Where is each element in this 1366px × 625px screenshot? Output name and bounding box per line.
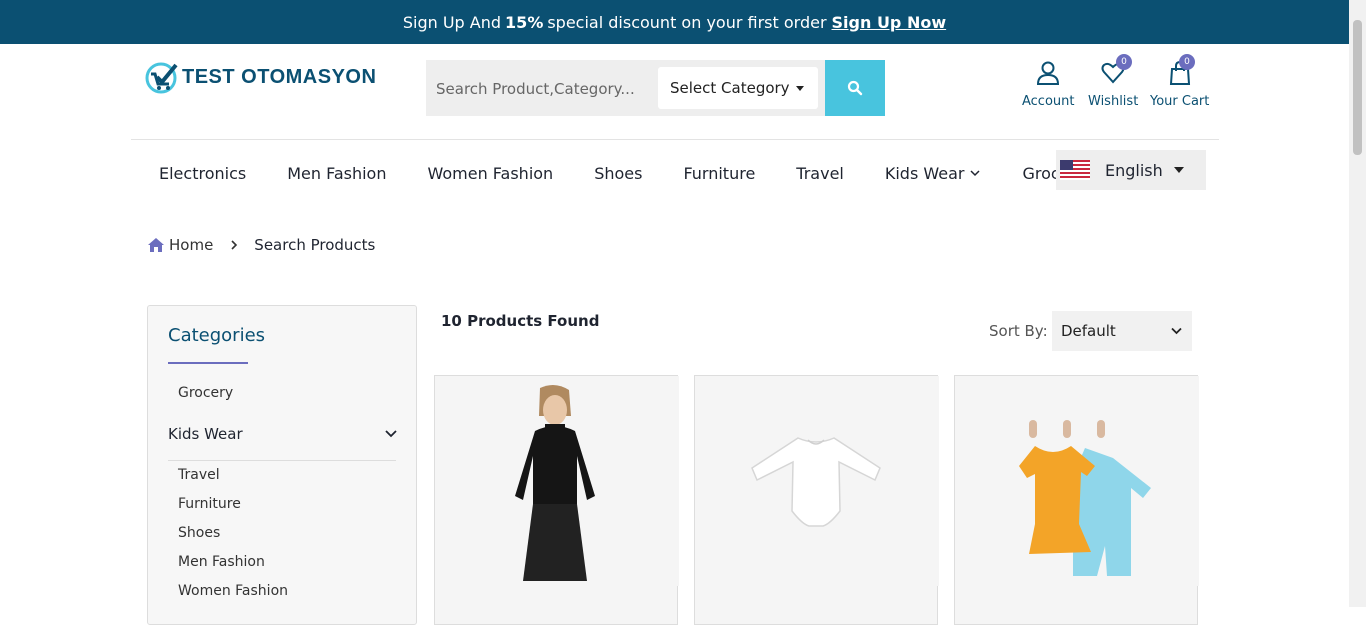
title-underline (168, 362, 248, 364)
nav-item-travel[interactable]: Travel (796, 164, 844, 183)
promo-text: Sign Up And (402, 12, 502, 32)
header-divider (131, 139, 1219, 140)
sidebar-divider (168, 460, 396, 461)
breadcrumb-current: Search Products (254, 236, 376, 254)
product-image[interactable] (435, 376, 679, 586)
brand-name: TEST OTOMASYON (182, 65, 377, 88)
nav-item-shoes[interactable]: Shoes (594, 164, 642, 183)
sidebar-item-kids-wear[interactable]: Kids Wear (168, 425, 243, 443)
caret-down-icon (1174, 167, 1184, 173)
user-icon (1037, 61, 1060, 85)
sort-value: Default (1061, 322, 1116, 340)
sort-label: Sort By: (989, 322, 1048, 340)
nav-item-kids-wear[interactable]: Kids Wear (885, 164, 965, 183)
caret-down-icon (796, 86, 804, 91)
wishlist-count-badge: 0 (1116, 54, 1132, 70)
nav-item-men-fashion[interactable]: Men Fashion (287, 164, 386, 183)
wishlist-label: Wishlist (1088, 94, 1139, 109)
cart-label: Your Cart (1150, 94, 1210, 109)
search-icon (847, 80, 863, 96)
account-label: Account (1022, 94, 1075, 109)
breadcrumb-home[interactable]: Home (169, 236, 213, 254)
sidebar-item-grocery[interactable]: Grocery (178, 385, 233, 401)
nav-item-furniture[interactable]: Furniture (683, 164, 755, 183)
breadcrumb: Home Search Products (147, 236, 375, 254)
category-select[interactable]: Select Category (658, 67, 818, 109)
category-sidebar: Categories Grocery Kids Wear Travel Furn… (147, 305, 417, 625)
chevron-down-icon (970, 170, 981, 177)
product-card[interactable] (694, 375, 939, 625)
scrollbar-thumb[interactable] (1353, 20, 1362, 155)
sidebar-item-furniture[interactable]: Furniture (178, 496, 241, 512)
sidebar-item-men-fashion[interactable]: Men Fashion (178, 554, 265, 570)
us-flag-icon (1060, 160, 1090, 180)
cart-check-icon (145, 62, 178, 94)
products-found-count: 10 Products Found (441, 312, 600, 330)
language-select[interactable]: English (1056, 150, 1206, 190)
wishlist-link[interactable]: 0 Wishlist (1088, 54, 1139, 109)
product-card[interactable] (954, 375, 1199, 625)
sidebar-title: Categories (168, 325, 266, 346)
product-image[interactable] (695, 376, 939, 586)
nav-item-women-fashion[interactable]: Women Fashion (427, 164, 553, 183)
promo-text-suffix: special discount on your first order (547, 12, 827, 32)
search-input[interactable] (436, 78, 656, 100)
category-select-label: Select Category (670, 79, 790, 97)
chevron-right-icon (231, 240, 238, 250)
product-image[interactable] (955, 376, 1199, 586)
sort-select[interactable]: Default (1052, 311, 1192, 351)
logo[interactable]: TEST OTOMASYON (145, 60, 376, 94)
language-label: English (1105, 160, 1163, 180)
cart-link[interactable]: 0 Your Cart (1150, 54, 1210, 109)
search-bar: Select Category (426, 60, 885, 116)
account-link[interactable]: Account (1022, 60, 1075, 109)
promo-discount: 15% (505, 12, 544, 32)
chevron-down-icon (1171, 327, 1182, 335)
sidebar-item-travel[interactable]: Travel (178, 467, 220, 483)
main-nav: Electronics Men Fashion Women Fashion Sh… (138, 158, 1086, 188)
home-icon (148, 238, 164, 252)
promo-bar: Sign Up And 15% special discount on your… (0, 0, 1349, 44)
sidebar-item-shoes[interactable]: Shoes (178, 525, 220, 541)
chevron-down-icon[interactable] (385, 429, 397, 438)
product-card[interactable] (434, 375, 679, 625)
sign-up-link[interactable]: Sign Up Now (832, 13, 947, 32)
nav-item-electronics[interactable]: Electronics (159, 164, 246, 183)
page-scrollbar[interactable] (1349, 0, 1366, 607)
search-button[interactable] (825, 60, 885, 116)
sidebar-item-women-fashion[interactable]: Women Fashion (178, 583, 288, 599)
cart-count-badge: 0 (1179, 54, 1195, 70)
